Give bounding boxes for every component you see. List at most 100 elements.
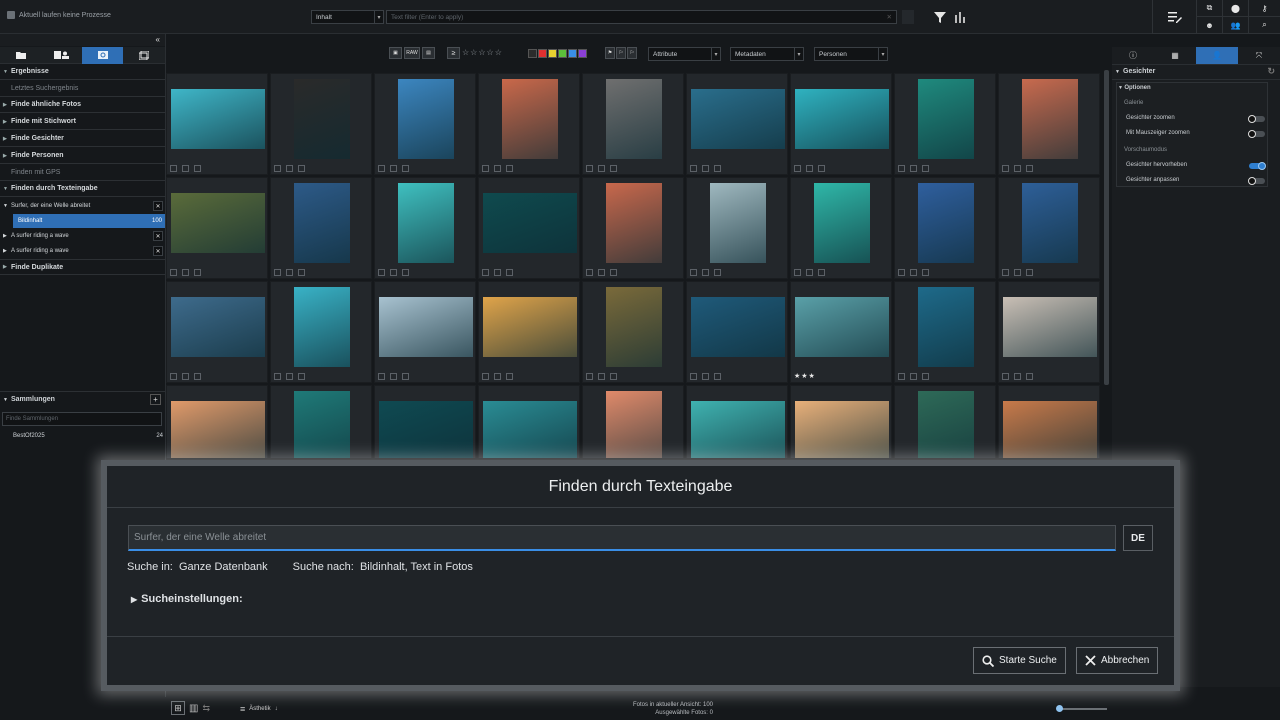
expand-icon[interactable]: ⤧ <box>1238 47 1280 64</box>
tab-search[interactable] <box>82 46 123 64</box>
section-duplicates[interactable]: ▶ Finde Duplikate <box>0 259 165 275</box>
flag-icon[interactable] <box>402 269 409 276</box>
photo-cell[interactable] <box>686 281 788 383</box>
photo-thumbnail[interactable] <box>1003 297 1097 357</box>
edit-icon[interactable] <box>702 269 709 276</box>
photo-thumbnail[interactable] <box>171 297 265 357</box>
photo-cell[interactable] <box>166 385 268 458</box>
close-icon[interactable]: ✕ <box>153 201 163 211</box>
person-icon[interactable]: 👤 <box>1196 47 1238 64</box>
zoom-faces-toggle[interactable] <box>1248 115 1265 123</box>
edit-icon[interactable] <box>910 269 917 276</box>
photo-cell[interactable] <box>582 385 684 458</box>
photo-thumbnail[interactable] <box>918 183 974 263</box>
pin-icon[interactable] <box>378 373 385 380</box>
pin-icon[interactable] <box>898 165 905 172</box>
photo-thumbnail[interactable] <box>691 401 785 458</box>
photo-thumbnail[interactable] <box>483 297 577 357</box>
photo-cell[interactable] <box>270 73 372 175</box>
star-icon[interactable]: ☆ <box>470 48 477 57</box>
photo-thumbnail[interactable] <box>606 287 662 367</box>
star-icon[interactable]: ☆ <box>478 48 485 57</box>
flag-icon[interactable] <box>610 269 617 276</box>
pin-icon[interactable] <box>586 373 593 380</box>
edit-icon[interactable] <box>286 373 293 380</box>
edit-icon[interactable] <box>182 373 189 380</box>
edit-icon[interactable] <box>806 165 813 172</box>
flag-icon[interactable] <box>922 165 929 172</box>
color-swatch[interactable] <box>578 49 587 58</box>
pin-icon[interactable] <box>794 269 801 276</box>
bar-chart-icon[interactable] <box>954 11 966 23</box>
photo-thumbnail[interactable] <box>294 79 350 159</box>
flag-icon[interactable] <box>610 373 617 380</box>
photo-thumbnail[interactable] <box>606 79 662 159</box>
photo-thumbnail[interactable] <box>171 89 265 149</box>
pin-icon[interactable] <box>170 269 177 276</box>
flag-icon[interactable] <box>818 165 825 172</box>
sort-control[interactable]: ≡ Ästhetik ↓ <box>240 704 278 714</box>
photo-thumbnail[interactable] <box>691 89 785 149</box>
image-icon[interactable]: ▣ <box>389 47 402 59</box>
tab-albums[interactable] <box>123 47 164 64</box>
photo-thumbnail[interactable] <box>795 401 889 458</box>
section-keyword[interactable]: ▶ Finde mit Stichwort <box>0 114 165 130</box>
flag-icon[interactable] <box>922 373 929 380</box>
flag-icon[interactable] <box>818 269 825 276</box>
edit-icon[interactable] <box>1014 269 1021 276</box>
collapse-left-icon[interactable]: « <box>156 35 160 44</box>
language-button[interactable]: DE <box>1123 525 1153 551</box>
pin-icon[interactable] <box>482 373 489 380</box>
star-icon[interactable]: ☆ <box>487 48 494 57</box>
tab-calendar-people[interactable] <box>41 47 82 64</box>
photo-cell[interactable] <box>790 385 892 458</box>
edit-icon[interactable] <box>910 373 917 380</box>
photo-cell[interactable] <box>374 177 476 279</box>
photo-cell[interactable] <box>270 281 372 383</box>
section-last-result[interactable]: Letztes Suchergebnis <box>0 81 165 97</box>
photo-thumbnail[interactable] <box>483 193 577 253</box>
search-icon[interactable]: ⌕ <box>1248 17 1280 34</box>
star-rating-filter[interactable]: ☆ ☆ ☆ ☆ ☆ <box>462 48 502 57</box>
clear-icon[interactable]: ✕ <box>887 13 892 21</box>
filter-scope-select[interactable]: Inhalt ▾ <box>311 10 384 24</box>
photo-cell[interactable] <box>374 385 476 458</box>
flag-icon[interactable] <box>610 165 617 172</box>
color-swatch[interactable] <box>568 49 577 58</box>
color-swatch[interactable] <box>548 49 557 58</box>
section-faces[interactable]: ▶ Finde Gesichter <box>0 131 165 147</box>
text-search-item[interactable]: ▼ Surfer, der eine Welle abreitet ✕ <box>0 199 165 213</box>
persons-dropdown[interactable]: Personen ▾ <box>814 47 888 61</box>
edit-icon[interactable] <box>286 165 293 172</box>
rating-operator-button[interactable]: ≥ <box>447 47 460 59</box>
pin-icon[interactable] <box>170 165 177 172</box>
edit-icon[interactable] <box>390 269 397 276</box>
photo-cell[interactable] <box>270 177 372 279</box>
compare-view-icon[interactable]: ⇆ <box>202 703 210 714</box>
edit-icon[interactable] <box>910 165 917 172</box>
photo-thumbnail[interactable] <box>379 401 473 458</box>
sub-item-bildinhalt[interactable]: Bildinhalt 100 <box>13 214 165 228</box>
photo-thumbnail[interactable] <box>1022 79 1078 159</box>
photo-cell[interactable] <box>686 385 788 458</box>
flag-icon[interactable] <box>714 269 721 276</box>
photo-cell[interactable] <box>582 73 684 175</box>
film-icon[interactable]: ▤ <box>422 47 435 59</box>
photo-thumbnail[interactable] <box>795 297 889 357</box>
flag-icon[interactable] <box>714 373 721 380</box>
tab-folders[interactable] <box>0 47 41 64</box>
photo-cell[interactable] <box>166 177 268 279</box>
pin-icon[interactable] <box>898 269 905 276</box>
close-icon[interactable]: ✕ <box>153 246 163 256</box>
flag-icon[interactable] <box>1026 373 1033 380</box>
edit-icon[interactable] <box>494 373 501 380</box>
color-swatch[interactable] <box>528 49 537 58</box>
photo-thumbnail[interactable] <box>710 183 766 263</box>
search-query-input[interactable]: Surfer, der eine Welle abreitet <box>128 525 1116 551</box>
text-search-item[interactable]: ▶ A surfer riding a wave ✕ <box>0 229 165 243</box>
raw-filter-button[interactable]: RAW <box>404 47 420 59</box>
photo-thumbnail[interactable] <box>691 297 785 357</box>
filter-icon[interactable] <box>934 11 946 23</box>
pin-icon[interactable] <box>482 165 489 172</box>
collection-item[interactable]: BestOf2025 24 <box>13 433 163 439</box>
